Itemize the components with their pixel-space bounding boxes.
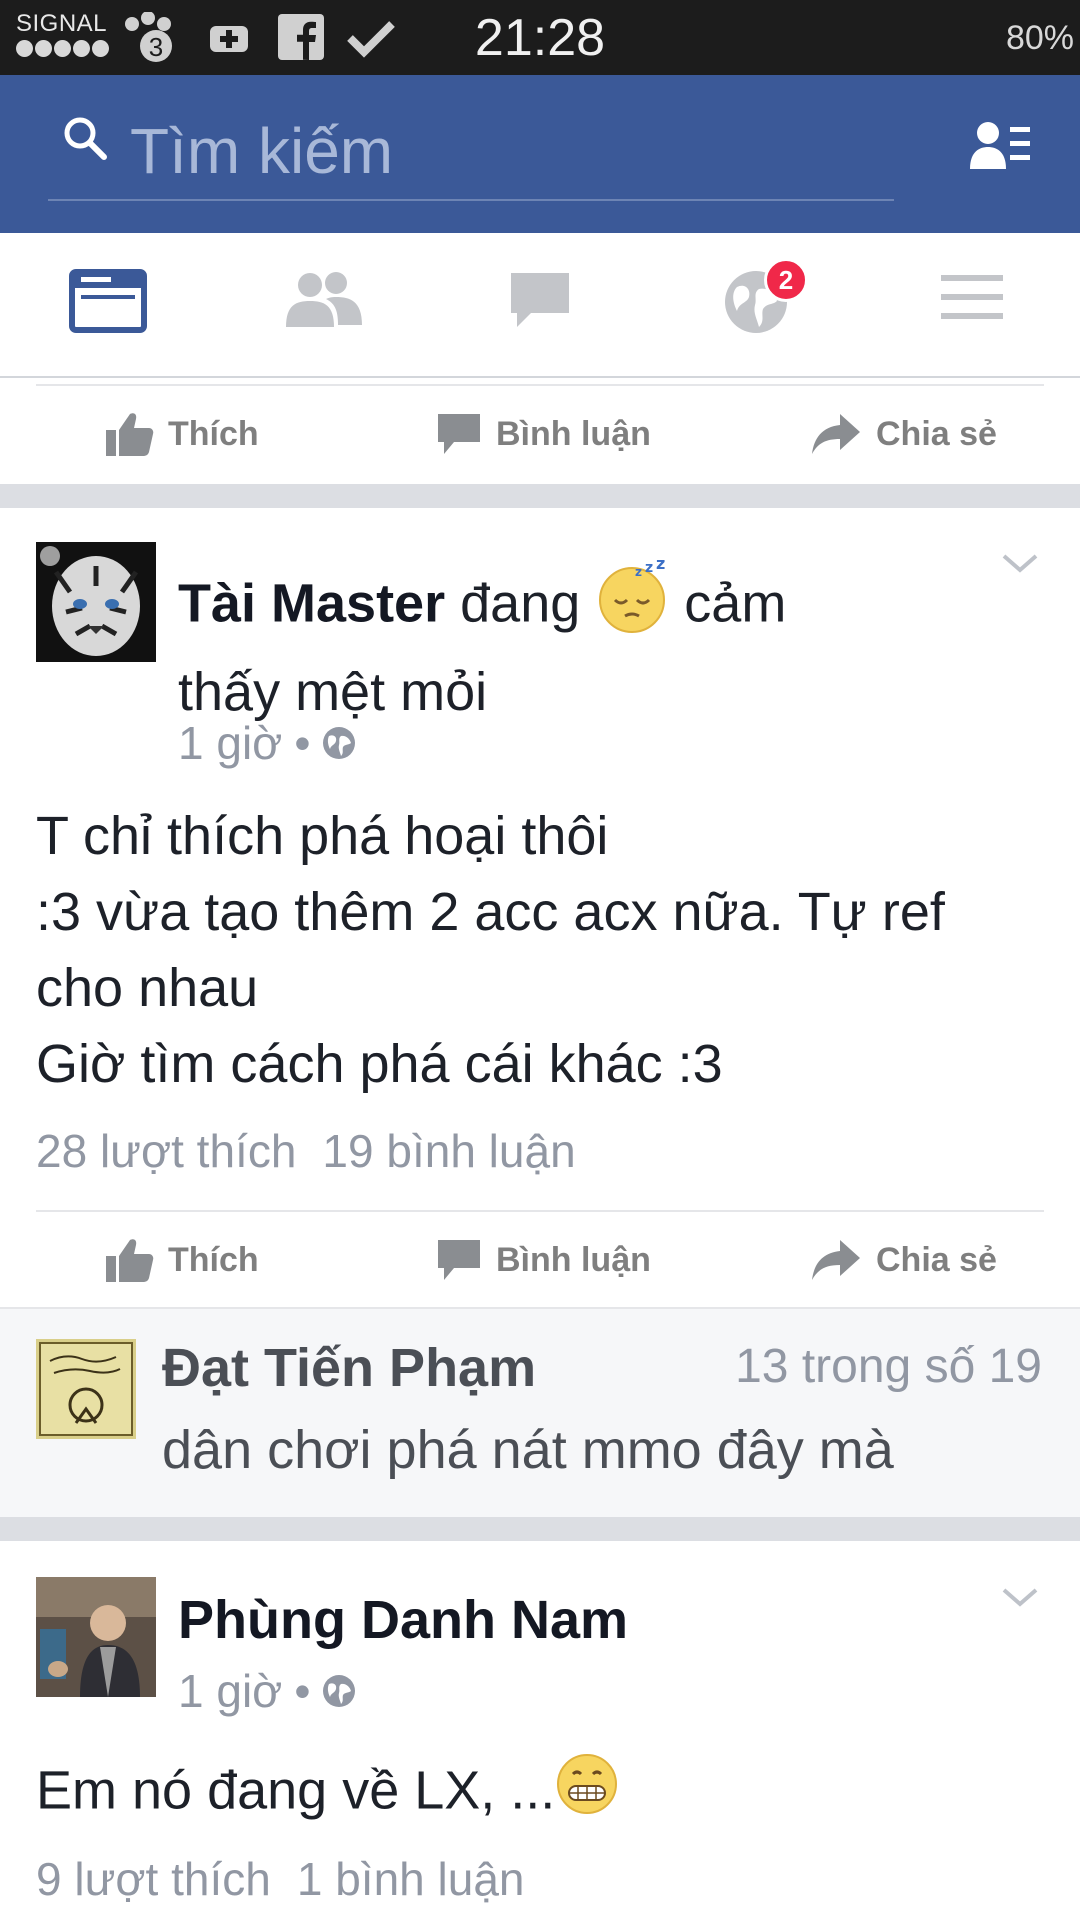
sleepy-face-icon: z z z: [595, 554, 669, 654]
globe-icon: [323, 1675, 356, 1707]
like-label: Thích: [168, 414, 259, 453]
search-underline: [48, 199, 894, 201]
comment-preview[interactable]: Đạt Tiến Phạm 13 trong số 19 dân chơi ph…: [0, 1307, 1080, 1517]
search-icon[interactable]: [62, 115, 108, 161]
friend-requests-icon[interactable]: [970, 119, 1032, 175]
post-author[interactable]: Phùng Danh Nam: [178, 1590, 628, 1650]
post-meta: 1 giờ •: [178, 716, 356, 770]
like-button[interactable]: Thích: [104, 1210, 259, 1310]
comment-button[interactable]: Bình luận: [436, 1210, 651, 1310]
commenter-avatar[interactable]: [36, 1339, 136, 1439]
svg-text:z: z: [656, 560, 665, 573]
share-label: Chia sẻ: [876, 1240, 997, 1279]
signal-indicator: SIGNAL: [16, 12, 116, 62]
post-actions: Thích Bình luận Chia sẻ: [0, 1210, 1080, 1310]
battery-level: 80%: [1005, 19, 1074, 57]
comment-button[interactable]: Bình luận: [436, 384, 651, 484]
globe-icon: [323, 727, 356, 759]
post-counts: 9 lượt thích 1 bình luận: [36, 1852, 525, 1906]
comment-count[interactable]: 1 bình luận: [297, 1852, 525, 1906]
chevron-down-icon[interactable]: [1000, 1582, 1040, 1612]
plus-notification-icon: [208, 20, 250, 61]
post-time[interactable]: 1 giờ: [178, 716, 282, 770]
like-count[interactable]: 28 lượt thích: [36, 1124, 296, 1178]
post-meta: 1 giờ •: [178, 1664, 356, 1718]
avatar[interactable]: [36, 542, 156, 662]
commenter-name[interactable]: Đạt Tiến Phạm: [162, 1337, 536, 1399]
post-body: Em nó đang về LX, ...: [36, 1752, 1046, 1836]
post-header: Tài Master đang z z z cảm thấy mệt mỏi: [178, 554, 998, 730]
post-body-line: :3 vừa tạo thêm 2 acc acx nữa. Tự ref: [36, 882, 945, 942]
comment-count[interactable]: 19 bình luận: [322, 1124, 575, 1178]
feeling-line-1: cảm: [684, 573, 787, 634]
profile-photo-image: [36, 1577, 156, 1697]
paw-badge-count: 3: [149, 32, 163, 62]
post-body-line: T chỉ thích phá hoại thôi: [36, 806, 609, 866]
svg-text:z: z: [635, 565, 642, 579]
check-notification-icon: [346, 18, 396, 63]
tab-news-feed[interactable]: [63, 269, 153, 349]
grimacing-face-icon: [555, 1752, 619, 1836]
share-button[interactable]: Chia sẻ: [810, 1210, 997, 1310]
post-author[interactable]: Tài Master: [178, 573, 445, 633]
post-header: Phùng Danh Nam: [178, 1582, 998, 1658]
carrier-label: SIGNAL: [16, 10, 108, 37]
share-label: Chia sẻ: [876, 414, 997, 453]
comment-icon: [438, 1240, 480, 1280]
comment-label: Bình luận: [496, 414, 651, 453]
like-label: Thích: [168, 1240, 259, 1279]
like-count[interactable]: 9 lượt thích: [36, 1852, 271, 1906]
feed-separator: [0, 484, 1080, 508]
thumbs-up-icon: [106, 1239, 154, 1282]
share-button[interactable]: Chia sẻ: [810, 384, 997, 484]
meta-separator: •: [294, 1665, 311, 1717]
thumbs-up-icon: [106, 413, 154, 456]
tab-menu[interactable]: [927, 269, 1017, 349]
tiger-avatar-image: [36, 542, 156, 662]
share-arrow-icon: [812, 1240, 860, 1280]
post-body-line: Giờ tìm cách phá cái khác :3: [36, 1034, 723, 1094]
status-bar: SIGNAL 3 21:28 80%: [0, 0, 1080, 75]
comment-text: dân chơi phá nát mmo đây mà: [162, 1420, 894, 1480]
like-button[interactable]: Thích: [104, 384, 259, 484]
avatar[interactable]: [36, 1577, 156, 1697]
meta-separator: •: [294, 717, 311, 769]
commenter-avatar-image: [36, 1339, 136, 1439]
post-counts: 28 lượt thích 19 bình luận: [36, 1124, 576, 1178]
tab-messages[interactable]: [495, 269, 585, 349]
post-actions-previous: Thích Bình luận Chia sẻ: [0, 384, 1080, 484]
signal-strength-dots: [16, 40, 116, 57]
news-feed-icon: [69, 269, 147, 333]
activity-prefix: đang: [460, 573, 581, 634]
post-body-line: cho nhau: [36, 958, 259, 1018]
notifications-badge: 2: [764, 258, 808, 302]
feed-separator: [0, 1517, 1080, 1541]
search-header: [0, 75, 1080, 233]
svg-text:z: z: [645, 560, 653, 576]
comment-label: Bình luận: [496, 1240, 651, 1279]
facebook-notification-icon: [278, 14, 324, 65]
post-time[interactable]: 1 giờ: [178, 1664, 282, 1718]
friends-icon: [286, 272, 362, 327]
post-body-text: Em nó đang về LX, ...: [36, 1760, 556, 1821]
tab-bar: 2: [0, 233, 1080, 378]
chevron-down-icon[interactable]: [1000, 548, 1040, 578]
menu-icon: [941, 275, 1003, 319]
post-body: T chỉ thích phá hoại thôi :3 vừa tạo thê…: [36, 798, 1046, 1102]
comment-icon: [438, 414, 480, 454]
tab-friend-requests[interactable]: [279, 269, 369, 349]
message-icon: [511, 273, 569, 327]
share-arrow-icon: [812, 414, 860, 454]
search-input[interactable]: [130, 113, 890, 189]
clock: 21:28: [474, 9, 606, 67]
comment-position: 13 trong số 19: [735, 1340, 1042, 1393]
paw-notification-icon: 3: [120, 11, 182, 73]
